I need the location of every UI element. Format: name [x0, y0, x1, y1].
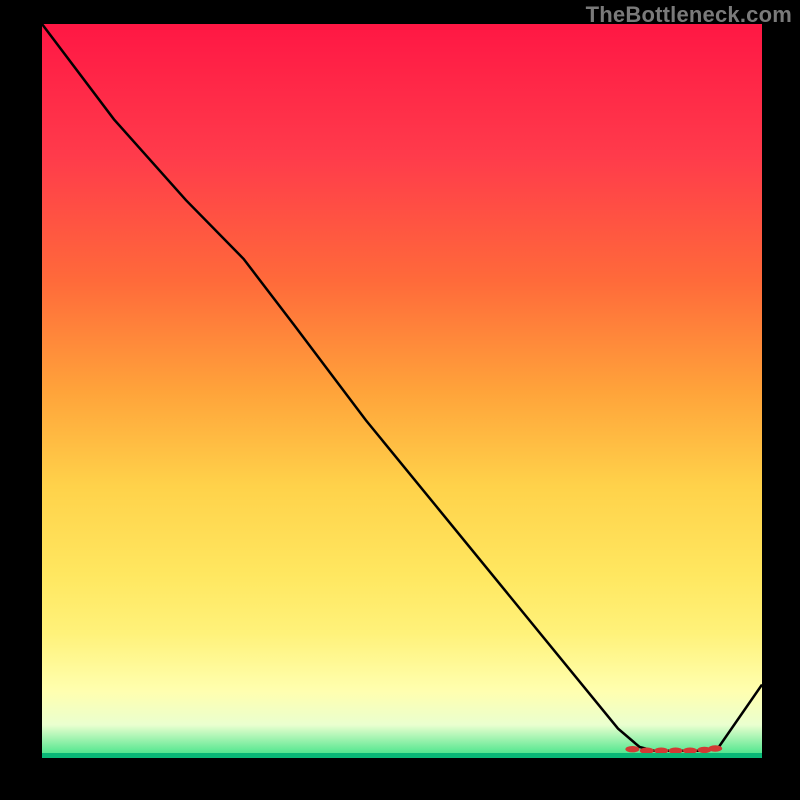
chart-plot-area — [42, 24, 762, 758]
chart-marker-group — [625, 745, 722, 754]
chart-marker — [654, 748, 668, 754]
chart-marker — [669, 748, 683, 754]
chart-marker — [640, 748, 654, 754]
watermark-text: TheBottleneck.com — [586, 2, 792, 28]
chart-marker — [625, 746, 639, 752]
page-root: TheBottleneck.com — [0, 0, 800, 800]
chart-marker — [708, 745, 722, 751]
chart-marker — [697, 747, 711, 753]
chart-svg — [42, 24, 762, 758]
chart-line-curve — [42, 24, 762, 751]
chart-marker — [683, 748, 697, 754]
